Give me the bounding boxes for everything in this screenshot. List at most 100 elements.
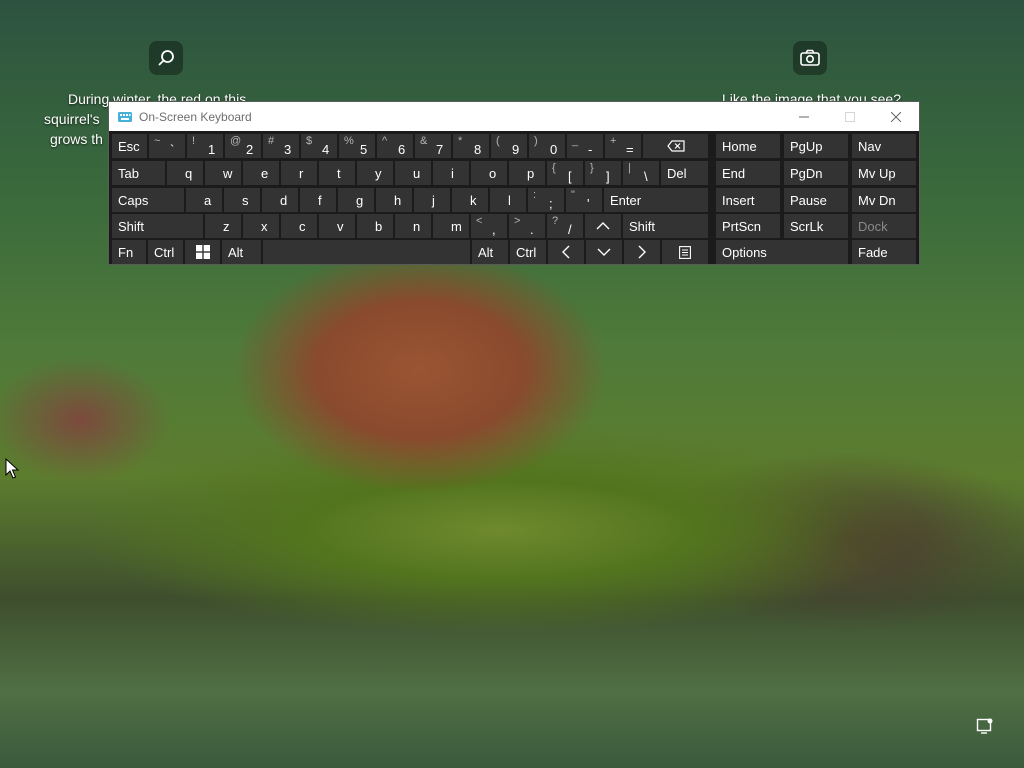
network-status-icon[interactable] — [976, 717, 994, 735]
key-lshift[interactable]: Shift — [112, 214, 203, 238]
key-m[interactable]: m — [433, 214, 469, 238]
key-c[interactable]: c — [281, 214, 317, 238]
key-caps[interactable]: Caps — [112, 188, 184, 212]
key-down[interactable] — [586, 240, 622, 264]
close-icon — [891, 111, 901, 122]
key-menu[interactable] — [662, 240, 708, 264]
key-win[interactable] — [185, 240, 220, 264]
key-equals[interactable]: + = — [605, 134, 641, 158]
key-fn[interactable]: Fn — [112, 240, 146, 264]
key-quote[interactable]: " ' — [566, 188, 602, 212]
key-7[interactable]: & 7 — [415, 134, 451, 158]
key-tilde[interactable]: ~ ` — [149, 134, 185, 158]
key-enter[interactable]: Enter — [604, 188, 708, 212]
key-fade[interactable]: Fade — [852, 240, 916, 264]
key-lalt[interactable]: Alt — [222, 240, 261, 264]
key-z[interactable]: z — [205, 214, 241, 238]
key-r[interactable]: r — [281, 161, 317, 185]
key-8[interactable]: * 8 — [453, 134, 489, 158]
key-k[interactable]: k — [452, 188, 488, 212]
key-shift-label: " — [571, 189, 575, 201]
key-main-label: d — [280, 193, 288, 208]
key-main-label: z — [223, 219, 230, 234]
on-screen-keyboard-window[interactable]: On-Screen Keyboard Esc ~ `! 1 @2 #3 $4% 5 ^ 6 & 7 * 8… — [108, 101, 920, 265]
key-0[interactable]: ) 0 — [529, 134, 565, 158]
key-g[interactable]: g — [338, 188, 374, 212]
key-e[interactable]: e — [243, 161, 279, 185]
key-l[interactable]: l — [490, 188, 526, 212]
key-right[interactable] — [624, 240, 660, 264]
key-main-label: g — [356, 193, 364, 208]
key-h[interactable]: h — [376, 188, 412, 212]
key-1[interactable]: ! 1 — [187, 134, 223, 158]
key-pgup[interactable]: PgUp — [784, 134, 848, 158]
key-6[interactable]: ^ 6 — [377, 134, 413, 158]
backspace-icon — [666, 140, 685, 152]
key-3[interactable]: #3 — [263, 134, 299, 158]
key-o[interactable]: o — [471, 161, 507, 185]
key-esc[interactable]: Esc — [112, 134, 147, 158]
key-4[interactable]: $4 — [301, 134, 337, 158]
key-p[interactable]: p — [509, 161, 545, 185]
key-f[interactable]: f — [300, 188, 336, 212]
key-space[interactable] — [263, 240, 470, 264]
key-rshift[interactable]: Shift — [623, 214, 708, 238]
key-scrlk[interactable]: ScrLk — [784, 214, 848, 238]
key-u[interactable]: u — [395, 161, 431, 185]
key-x[interactable]: x — [243, 214, 279, 238]
key-mvdn[interactable]: Mv Dn — [852, 188, 916, 212]
key-q[interactable]: q — [167, 161, 203, 185]
key-minus[interactable]: _ - — [567, 134, 603, 158]
key-end[interactable]: End — [716, 161, 780, 185]
key-s[interactable]: s — [224, 188, 260, 212]
key-a[interactable]: a — [186, 188, 222, 212]
key-comma[interactable]: <, — [471, 214, 507, 238]
key-rctrl[interactable]: Ctrl — [510, 240, 546, 264]
key-period[interactable]: >. — [509, 214, 545, 238]
key-i[interactable]: i — [433, 161, 469, 185]
key-nav[interactable]: Nav — [852, 134, 916, 158]
key-main-label: , — [492, 222, 496, 237]
key-lbracket[interactable]: {[ — [547, 161, 583, 185]
key-t[interactable]: t — [319, 161, 355, 185]
key-shift-label: > — [514, 215, 521, 227]
key-up[interactable] — [585, 214, 621, 238]
key-label: PgDn — [790, 165, 823, 181]
key-ralt[interactable]: Alt — [472, 240, 508, 264]
key-backslash[interactable]: | \ — [623, 161, 659, 185]
key-d[interactable]: d — [262, 188, 298, 212]
minimize-button[interactable] — [781, 102, 827, 131]
key-pause[interactable]: Pause — [784, 188, 848, 212]
context-menu-icon — [679, 245, 691, 259]
key-b[interactable]: b — [357, 214, 393, 238]
key-9[interactable]: (9 — [491, 134, 527, 158]
osk-titlebar[interactable]: On-Screen Keyboard — [109, 102, 919, 131]
key-insert[interactable]: Insert — [716, 188, 780, 212]
key-left[interactable] — [548, 240, 584, 264]
search-button[interactable] — [149, 41, 183, 75]
key-prtscn[interactable]: PrtScn — [716, 214, 780, 238]
key-pgdn[interactable]: PgDn — [784, 161, 848, 185]
key-shift-label: } — [590, 162, 594, 174]
key-shift-label: % — [344, 135, 354, 147]
key-rbracket[interactable]: }] — [585, 161, 621, 185]
key-home[interactable]: Home — [716, 134, 780, 158]
close-button[interactable] — [873, 102, 919, 131]
key-slash[interactable]: ? / — [547, 214, 583, 238]
key-backspace[interactable] — [643, 134, 708, 158]
key-y[interactable]: y — [357, 161, 393, 185]
key-mvup[interactable]: Mv Up — [852, 161, 916, 185]
key-j[interactable]: j — [414, 188, 450, 212]
key-n[interactable]: n — [395, 214, 431, 238]
camera-button[interactable] — [793, 41, 827, 75]
key-v[interactable]: v — [319, 214, 355, 238]
key-semicolon[interactable]: :; — [528, 188, 564, 212]
key-del[interactable]: Del — [661, 161, 708, 185]
key-tab[interactable]: Tab — [112, 161, 165, 185]
key-2[interactable]: @2 — [225, 134, 261, 158]
key-w[interactable]: w — [205, 161, 241, 185]
key-options[interactable]: Options — [716, 240, 848, 264]
key-lctrl[interactable]: Ctrl — [148, 240, 183, 264]
key-main-label: r — [299, 166, 304, 181]
key-5[interactable]: % 5 — [339, 134, 375, 158]
